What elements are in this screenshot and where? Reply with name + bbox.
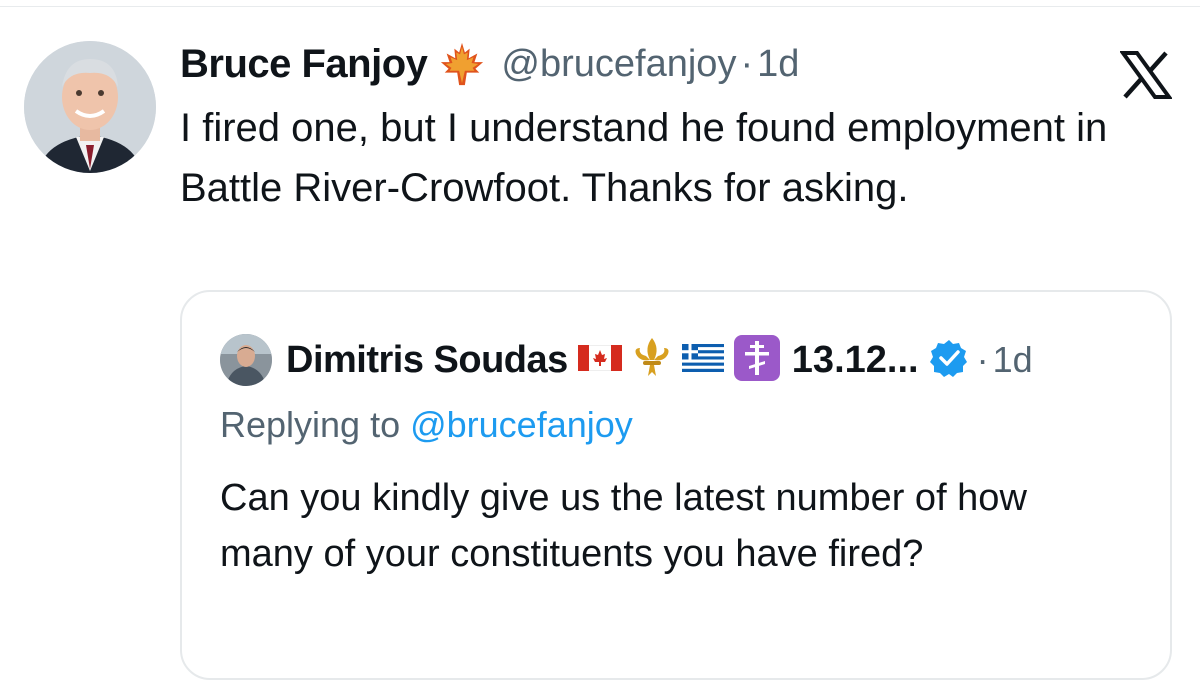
top-divider	[0, 6, 1200, 7]
fleur-de-lis-icon	[632, 336, 672, 385]
quoted-separator-dot: ·	[976, 339, 989, 380]
replying-mention-link[interactable]: @brucefanjoy	[410, 404, 633, 445]
quoted-author-name[interactable]: Dimitris Soudas	[286, 339, 568, 382]
greece-flag-icon	[681, 343, 724, 377]
author-name[interactable]: Bruce Fanjoy	[180, 42, 428, 87]
quoted-header: Dimitris Soudas 13.12... · 1d	[220, 332, 1033, 388]
replying-prefix: Replying to	[220, 404, 411, 445]
tweet-text: I fired one, but I understand he found e…	[180, 106, 1108, 210]
author-handle[interactable]: @brucefanjoy	[501, 43, 736, 86]
quoted-tweet-card[interactable]: Dimitris Soudas 13.12... · 1d Replying t…	[180, 290, 1172, 680]
quoted-author-avatar[interactable]	[220, 334, 272, 386]
author-avatar[interactable]	[24, 41, 156, 173]
replying-to-line: Replying to @brucefanjoy	[220, 404, 633, 446]
verified-badge-icon	[919, 338, 969, 383]
tweet-time[interactable]: 1d	[757, 43, 799, 86]
quoted-time[interactable]: 1d	[993, 339, 1033, 381]
canada-flag-icon	[577, 344, 623, 376]
quoted-truncated-name: 13.12...	[791, 338, 919, 381]
quoted-tweet-text: Can you kindly give us the latest number…	[220, 477, 1027, 575]
maple-leaf-icon	[439, 41, 485, 87]
tweet-header: Bruce Fanjoy @brucefanjoy · 1d	[180, 36, 799, 92]
separator-dot: ·	[740, 42, 754, 85]
x-logo-icon[interactable]	[1119, 50, 1173, 100]
orthodox-cross-icon	[733, 334, 780, 386]
